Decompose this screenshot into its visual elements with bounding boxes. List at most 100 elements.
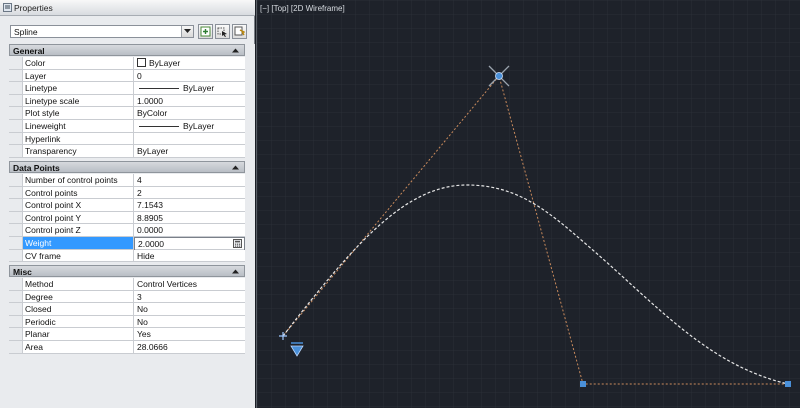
prop-row-periodic[interactable]: Periodic No [9,315,245,329]
prop-key: Area [23,341,134,353]
prop-value-text: 2.0000 [138,239,164,249]
prop-key: Degree [23,290,134,303]
prop-key: Linetype [23,82,134,94]
collapse-icon[interactable] [232,269,239,274]
prop-key: Planar [23,328,134,340]
prop-value[interactable] [134,133,245,145]
palette-title: Properties [14,3,53,13]
grid [257,0,800,408]
prop-key: CV frame [23,249,134,262]
prop-value[interactable]: ByLayer [134,120,245,132]
object-type-value: Spline [14,27,38,37]
grip-icon[interactable] [785,381,791,387]
color-swatch [137,58,146,68]
prop-key: Layer [23,69,134,82]
palette-title-bar[interactable]: Properties [0,0,255,16]
object-type-select[interactable]: Spline [10,25,194,38]
section-data-points[interactable]: Data Points [9,161,245,173]
prop-row-method[interactable]: Method Control Vertices [9,278,245,291]
prop-row-planar[interactable]: Planar Yes [9,328,245,341]
viewport-controls-label[interactable]: [−] [Top] [2D Wireframe] [260,4,345,13]
prop-value-text: ByLayer [183,83,215,94]
prop-row-linetype-scale[interactable]: Linetype scale 1.0000 [9,94,245,108]
prop-value[interactable]: ByLayer [134,145,245,157]
prop-key: Weight [23,237,134,249]
prop-key: Plot style [23,107,134,119]
prop-row-plot-style[interactable]: Plot style ByColor [9,107,245,120]
prop-key: Lineweight [23,120,134,132]
prop-key: Hyperlink [23,132,134,145]
quick-select-icon [234,26,245,36]
prop-value[interactable]: ByLayer [134,82,245,94]
prop-value[interactable]: No [134,316,245,328]
drawing-canvas[interactable] [257,0,800,408]
prop-row-color[interactable]: Color ByLayer [9,57,245,70]
prop-row-lineweight[interactable]: Lineweight ByLayer [9,120,245,133]
prop-key: Transparency [23,145,134,157]
prop-row-control-point-z[interactable]: Control point Z 0.0000 [9,224,245,237]
prop-value[interactable]: 3 [134,291,245,303]
prop-key: Control point Y [23,211,134,224]
drawing-viewport[interactable]: [−] [Top] [2D Wireframe] [256,0,800,408]
pickadd-button[interactable] [198,24,213,39]
prop-value[interactable]: 28.0666 [134,341,245,353]
prop-row-num-control-points[interactable]: Number of control points 4 [9,174,245,187]
dropdown-arrow-icon[interactable] [181,26,193,37]
prop-value-text: ByLayer [183,121,215,131]
prop-value[interactable]: 1.0000 [134,95,245,107]
lineweight-swatch [139,126,179,128]
prop-key: Linetype scale [23,94,134,107]
prop-value[interactable]: Hide [134,250,245,262]
prop-row-hyperlink[interactable]: Hyperlink [9,132,245,146]
prop-key: Control points [23,186,134,199]
prop-key: Color [23,57,134,69]
collapse-icon[interactable] [232,48,239,53]
properties-icon [3,3,12,12]
section-general-label: General [13,46,45,56]
weight-input[interactable]: 2.0000 [134,237,245,251]
prop-key: Periodic [23,315,134,328]
prop-row-degree[interactable]: Degree 3 [9,290,245,304]
prop-value[interactable]: ByLayer [134,57,245,69]
prop-value[interactable]: 8.8905 [134,212,245,224]
prop-key: Number of control points [23,174,134,186]
prop-row-cv-frame[interactable]: CV frame Hide [9,249,245,263]
properties-palette: Properties Spline General Color ByLayer L… [0,0,255,408]
section-misc-label: Misc [13,267,32,277]
prop-row-closed[interactable]: Closed No [9,303,245,316]
prop-value[interactable]: 0 [134,70,245,82]
prop-value-text: ByLayer [149,58,181,68]
section-data-points-label: Data Points [13,163,60,173]
prop-value[interactable]: 0.0000 [134,224,245,236]
prop-value[interactable]: Control Vertices [134,278,245,290]
prop-row-transparency[interactable]: Transparency ByLayer [9,145,245,158]
prop-value[interactable]: Yes [134,328,245,340]
prop-key: Closed [23,303,134,315]
prop-value[interactable]: No [134,303,245,315]
prop-value[interactable]: 4 [134,174,245,186]
prop-row-control-points[interactable]: Control points 2 [9,186,245,200]
prop-row-control-point-x[interactable]: Control point X 7.1543 [9,199,245,212]
prop-row-area[interactable]: Area 28.0666 [9,341,245,354]
calculator-icon[interactable] [233,239,242,248]
prop-key: Control point X [23,199,134,211]
prop-value[interactable]: 7.1543 [134,199,245,211]
prop-key: Control point Z [23,224,134,236]
quick-select-button[interactable] [232,24,247,39]
section-misc[interactable]: Misc [9,265,245,277]
prop-row-layer[interactable]: Layer 0 [9,69,245,83]
prop-key: Method [23,278,134,290]
select-objects-button[interactable] [215,24,230,39]
prop-value[interactable]: 2 [134,187,245,199]
prop-row-control-point-y[interactable]: Control point Y 8.8905 [9,211,245,225]
collapse-icon[interactable] [232,165,239,170]
pickadd-icon [200,26,211,37]
linetype-swatch [139,88,179,90]
prop-row-weight[interactable]: Weight 2.0000 [9,237,245,251]
prop-row-linetype[interactable]: Linetype ByLayer [9,82,245,95]
grip-icon[interactable] [580,381,586,387]
prop-value[interactable]: ByColor [134,107,245,119]
palette-scrollbar[interactable] [246,44,255,408]
select-objects-icon [217,27,227,37]
section-general[interactable]: General [9,44,245,56]
